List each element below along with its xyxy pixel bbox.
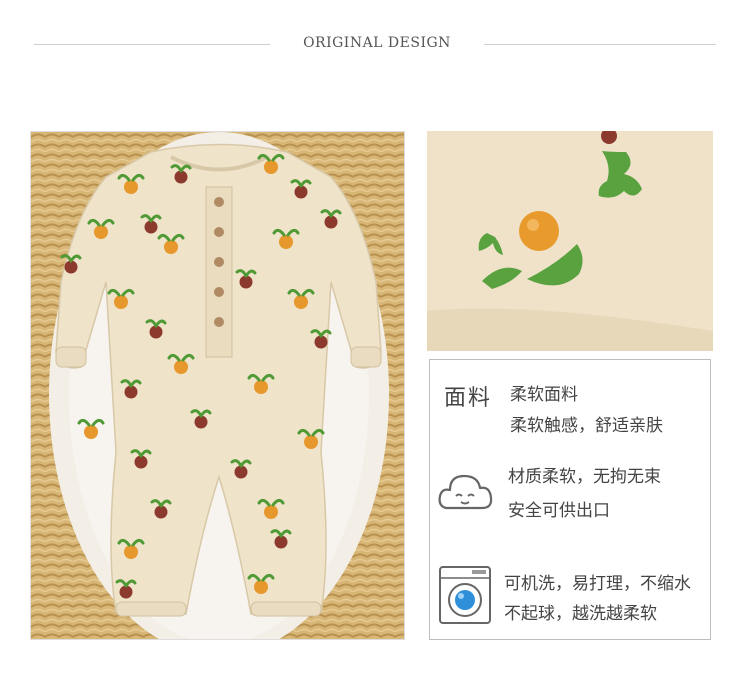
safety-line-2: 安全可供出口 xyxy=(508,501,610,521)
romper-illustration xyxy=(31,132,404,639)
fabric-closeup-illustration xyxy=(427,131,713,351)
header-title: ORIGINAL DESIGN xyxy=(303,35,451,51)
cloud-face-icon xyxy=(436,466,494,520)
product-photo-detail xyxy=(427,131,713,351)
feature-card: 面料 柔软面料 柔软触感，舒适亲肤 材质柔软，无拘无束 安全可供出口 可机洗，易… xyxy=(429,359,711,640)
washing-line-1: 可机洗，易打理，不缩水 xyxy=(504,574,691,594)
fabric-line-1: 柔软面料 xyxy=(510,385,578,405)
product-photo-main xyxy=(30,131,405,640)
fabric-title: 面料 xyxy=(444,386,493,411)
header-line-right xyxy=(484,44,716,45)
washing-machine-icon xyxy=(438,565,492,629)
fabric-line-2: 柔软触感，舒适亲肤 xyxy=(510,416,663,436)
washing-line-2: 不起球，越洗越柔软 xyxy=(504,604,657,624)
safety-line-1: 材质柔软，无拘无束 xyxy=(508,467,661,487)
header-line-left xyxy=(34,44,270,45)
